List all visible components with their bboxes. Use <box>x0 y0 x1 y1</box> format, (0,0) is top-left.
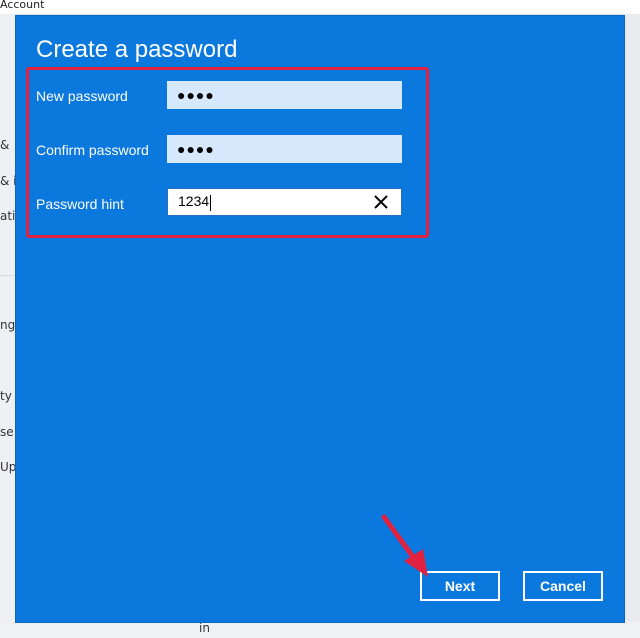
annotation-arrow-icon <box>381 514 428 577</box>
password-hint-text: 1234 <box>178 193 212 211</box>
new-password-field[interactable]: ●●●● <box>167 81 402 109</box>
background-window-title: Account <box>0 0 45 11</box>
confirm-password-field[interactable]: ●●●● <box>167 135 402 163</box>
sidebar-divider <box>0 275 14 276</box>
sidebar-fragment: ng <box>0 318 16 332</box>
confirm-password-label: Confirm password <box>36 142 149 158</box>
sidebar-fragment: & <box>0 138 10 152</box>
create-password-dialog: Create a password New password ●●●● Conf… <box>16 16 624 622</box>
sidebar-fragment: ty <box>0 389 12 403</box>
new-password-value: ●●●● <box>177 87 215 103</box>
sidebar-fragment: Up <box>0 460 17 474</box>
background-bottom-bar <box>0 622 640 638</box>
confirm-password-value: ●●●● <box>177 141 215 157</box>
text-caret <box>210 194 212 211</box>
new-password-label: New password <box>36 88 128 104</box>
password-hint-field[interactable]: 1234 <box>167 188 402 216</box>
password-hint-label: Password hint <box>36 196 124 212</box>
cancel-button[interactable]: Cancel <box>523 571 603 601</box>
password-hint-value: 1234 <box>178 193 210 210</box>
sidebar-fragment: & i <box>0 174 17 188</box>
background-titlebar: Account <box>0 0 640 15</box>
sidebar-fragment: se <box>0 425 14 439</box>
sidebar-fragment: ati <box>0 209 16 223</box>
close-icon <box>374 195 388 209</box>
clear-icon-button[interactable] <box>371 192 391 212</box>
dialog-title: Create a password <box>36 36 238 63</box>
background-right-panel <box>624 14 640 624</box>
background-bottom-fragment: in <box>199 621 210 635</box>
